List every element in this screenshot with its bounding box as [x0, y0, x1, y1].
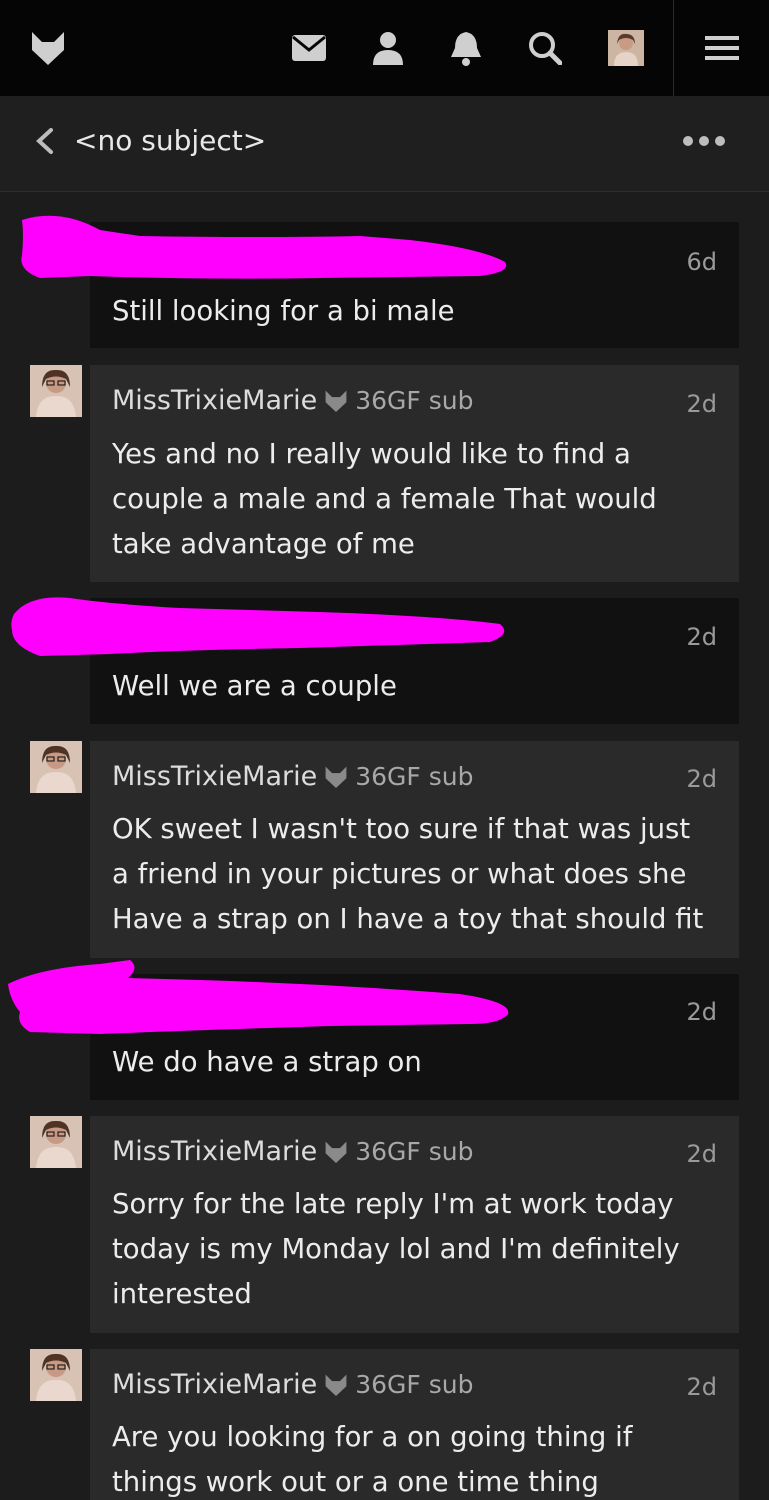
message-time: 2d [686, 765, 717, 793]
message-text: OK sweet I wasn't too sure if that was j… [112, 813, 704, 935]
message-item: MissTrixieMarie 36GF sub 2d Are you look… [90, 1349, 739, 1500]
message-text: Yes and no I really would like to find a… [112, 438, 657, 560]
avatar[interactable] [30, 1349, 82, 1401]
fox-badge-icon [323, 1372, 349, 1398]
nav-divider [673, 0, 674, 96]
message-item: MissTrixieMarie 36GF sub 2d OK sweet I w… [90, 741, 739, 958]
user-icon[interactable] [366, 26, 410, 70]
sender-meta: 36GF sub [355, 1370, 474, 1399]
fox-badge-icon [323, 388, 349, 414]
sender-meta: 36GF sub [355, 1137, 474, 1166]
sender-meta: 36GF sub [355, 762, 474, 791]
message-time: 2d [686, 1373, 717, 1401]
sender-line: MissTrixieMarie 36GF sub [112, 761, 473, 792]
sender-name[interactable]: MissTrixieMarie [112, 385, 317, 416]
message-text: Sorry for the late reply I'm at work tod… [112, 1188, 680, 1310]
page-title: <no subject> [74, 124, 267, 157]
sender-line: MissTrixieMarie 36GF sub [112, 1369, 473, 1400]
avatar[interactable] [30, 1116, 82, 1168]
conversation-header: <no subject> [0, 96, 769, 192]
message-item: 2d We do have a strap on [90, 974, 739, 1100]
sender-name[interactable]: MissTrixieMarie [112, 1136, 317, 1167]
top-nav-bar [0, 0, 769, 96]
mail-icon[interactable] [287, 26, 331, 70]
sender-name[interactable]: MissTrixieMarie [112, 1369, 317, 1400]
avatar[interactable] [30, 365, 82, 417]
menu-icon[interactable] [700, 26, 744, 70]
sender-name[interactable]: MissTrixieMarie [112, 761, 317, 792]
bell-icon[interactable] [444, 26, 488, 70]
message-text: Are you looking for a on going thing if … [112, 1421, 633, 1498]
sender-line: MissTrixieMarie 36GF sub [112, 1136, 473, 1167]
message-time: 2d [686, 998, 717, 1026]
message-time: 2d [686, 1140, 717, 1168]
back-button[interactable] [28, 124, 62, 158]
sender-line: MissTrixieMarie 36GF sub [112, 385, 473, 416]
message-item: 6d Still looking for a bi male [90, 222, 739, 348]
fox-badge-icon [323, 764, 349, 790]
more-options-button[interactable] [680, 126, 728, 156]
message-item: 2d Well we are a couple [90, 598, 739, 724]
search-icon[interactable] [523, 26, 567, 70]
message-text: Still looking for a bi male [112, 295, 455, 327]
message-time: 2d [686, 390, 717, 418]
message-time: 6d [686, 248, 717, 276]
avatar[interactable] [30, 741, 82, 793]
message-item: MissTrixieMarie 36GF sub 2d Yes and no I… [90, 365, 739, 582]
message-text: We do have a strap on [112, 1046, 422, 1078]
avatar[interactable] [608, 30, 644, 66]
fox-badge-icon [323, 1139, 349, 1165]
message-text: Well we are a couple [112, 670, 397, 702]
fox-logo-icon[interactable] [26, 26, 70, 70]
sender-meta: 36GF sub [355, 386, 474, 415]
message-time: 2d [686, 623, 717, 651]
message-item: MissTrixieMarie 36GF sub 2d Sorry for th… [90, 1116, 739, 1333]
